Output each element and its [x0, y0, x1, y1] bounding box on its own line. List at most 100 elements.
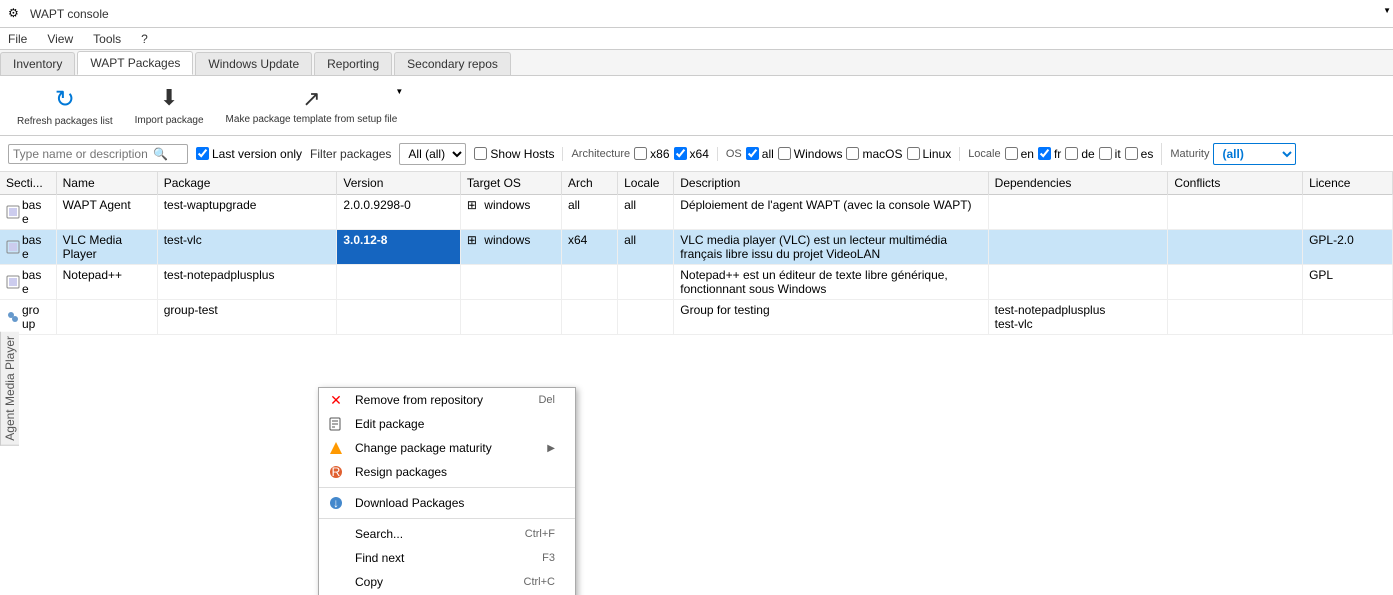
locale-it-label[interactable]: it [1099, 147, 1121, 161]
import-package-button[interactable]: ⬇ Import package ▼ [126, 80, 213, 132]
maturity-section: Maturity (all) STABLE TESTING [1161, 143, 1296, 165]
show-hosts-checkbox-label[interactable]: Show Hosts [474, 147, 554, 161]
tab-wapt-packages[interactable]: WAPT Packages [77, 51, 193, 75]
os-all-text: all [762, 147, 774, 161]
locale-de-checkbox[interactable] [1065, 147, 1078, 160]
locale-fr-label[interactable]: fr [1038, 147, 1061, 161]
row-section: group [0, 300, 56, 335]
search-input[interactable] [13, 147, 153, 161]
ctx-change-maturity[interactable]: Change package maturity ▶ [319, 436, 575, 460]
col-header-conflicts[interactable]: Conflicts [1168, 172, 1303, 195]
ctx-copy[interactable]: Copy Ctrl+C [319, 570, 575, 594]
row-package: group-test [157, 300, 337, 335]
col-header-package[interactable]: Package [157, 172, 337, 195]
row-description: Déploiement de l'agent WAPT (avec la con… [674, 195, 988, 230]
locale-en-label[interactable]: en [1005, 147, 1034, 161]
row-section: base [0, 195, 56, 230]
ctx-remove-repo[interactable]: ✕ Remove from repository Del [319, 388, 575, 412]
col-header-targetos[interactable]: Target OS [460, 172, 561, 195]
os-linux-checkbox[interactable] [907, 147, 920, 160]
col-header-section[interactable]: Secti... [0, 172, 56, 195]
col-header-version[interactable]: Version [337, 172, 461, 195]
arch-x64-label[interactable]: x64 [674, 147, 709, 161]
template-dropdown-arrow[interactable]: ▼ [395, 87, 403, 96]
download-icon: ↓ [327, 494, 345, 512]
arch-x86-checkbox[interactable] [634, 147, 647, 160]
menu-help[interactable]: ? [137, 30, 152, 48]
row-conflicts [1168, 265, 1303, 300]
os-macos-checkbox[interactable] [846, 147, 859, 160]
ctx-search[interactable]: Search... Ctrl+F [319, 522, 575, 546]
tab-reporting[interactable]: Reporting [314, 52, 392, 75]
ctx-download[interactable]: ↓ Download Packages [319, 491, 575, 515]
table-row[interactable]: base Notepad++ test-notepadplusplus Note… [0, 265, 1393, 300]
filter-packages-select[interactable]: All (all) base group [399, 143, 466, 165]
import-dropdown-arrow[interactable]: ▼ [1383, 6, 1391, 15]
os-macos-label[interactable]: macOS [846, 147, 902, 161]
locale-fr-checkbox[interactable] [1038, 147, 1051, 160]
row-targetos [460, 300, 561, 335]
col-header-locale[interactable]: Locale [618, 172, 674, 195]
windows-icon: ⊞ [467, 198, 477, 212]
ctx-copy-label: Copy [355, 575, 383, 589]
os-all-label[interactable]: all [746, 147, 774, 161]
menu-tools[interactable]: Tools [89, 30, 125, 48]
ctx-copy-shortcut: Ctrl+C [524, 576, 555, 588]
refresh-packages-button[interactable]: ↻ Refresh packages list [8, 80, 122, 132]
locale-de-label[interactable]: de [1065, 147, 1094, 161]
tab-windows-update[interactable]: Windows Update [195, 52, 312, 75]
col-header-licence[interactable]: Licence [1303, 172, 1393, 195]
row-licence: GPL [1303, 265, 1393, 300]
row-dependencies [988, 195, 1168, 230]
show-hosts-checkbox[interactable] [474, 147, 487, 160]
row-section-text: base [22, 198, 41, 226]
show-hosts-label: Show Hosts [490, 147, 554, 161]
locale-section: Locale en fr de it es [959, 147, 1153, 161]
os-macos-text: macOS [862, 147, 902, 161]
row-name: Notepad++ [56, 265, 157, 300]
locale-title: Locale [968, 148, 1000, 160]
col-header-name[interactable]: Name [56, 172, 157, 195]
tab-secondary-repos[interactable]: Secondary repos [394, 52, 511, 75]
app-icon: ⚙ [8, 6, 24, 22]
search-box[interactable]: 🔍 [8, 144, 188, 164]
ctx-resign[interactable]: R Resign packages [319, 460, 575, 484]
ctx-find-next[interactable]: Find next F3 [319, 546, 575, 570]
last-version-checkbox-label[interactable]: Last version only [196, 147, 302, 161]
os-windows-label[interactable]: Windows [778, 147, 843, 161]
ctx-edit-package[interactable]: Edit package [319, 412, 575, 436]
row-version [337, 265, 461, 300]
tab-inventory[interactable]: Inventory [0, 52, 75, 75]
last-version-checkbox[interactable] [196, 147, 209, 160]
os-all-checkbox[interactable] [746, 147, 759, 160]
table-row[interactable]: group group-test Group for testing test-… [0, 300, 1393, 335]
table-row[interactable]: base WAPT Agent test-waptupgrade 2.0.0.9… [0, 195, 1393, 230]
locale-en-text: en [1021, 147, 1034, 161]
locale-es-checkbox[interactable] [1125, 147, 1138, 160]
row-section: base [0, 265, 56, 300]
remove-icon: ✕ [327, 391, 345, 409]
col-header-description[interactable]: Description [674, 172, 988, 195]
locale-es-label[interactable]: es [1125, 147, 1154, 161]
menu-file[interactable]: File [4, 30, 31, 48]
make-template-button[interactable]: ↗ Make package template from setup file … [217, 80, 407, 132]
maturity-select[interactable]: (all) STABLE TESTING [1213, 143, 1296, 165]
menu-bar: File View Tools ? [0, 28, 1393, 50]
locale-it-checkbox[interactable] [1099, 147, 1112, 160]
arch-x86-label[interactable]: x86 [634, 147, 669, 161]
arch-x64-checkbox[interactable] [674, 147, 687, 160]
resign-icon: R [327, 463, 345, 481]
col-header-dependencies[interactable]: Dependencies [988, 172, 1168, 195]
menu-view[interactable]: View [43, 30, 77, 48]
row-dependencies: test-notepadplusplus test-vlc [988, 300, 1168, 335]
col-header-arch[interactable]: Arch [561, 172, 617, 195]
row-description: Notepad++ est un éditeur de texte libre … [674, 265, 988, 300]
search-icon: 🔍 [153, 147, 168, 161]
locale-de-text: de [1081, 147, 1094, 161]
ctx-sep-2 [319, 518, 575, 519]
os-linux-label[interactable]: Linux [907, 147, 952, 161]
table-row[interactable]: base VLC Media Player test-vlc 3.0.12-8 … [0, 230, 1393, 265]
os-windows-checkbox[interactable] [778, 147, 791, 160]
row-dependencies [988, 230, 1168, 265]
locale-en-checkbox[interactable] [1005, 147, 1018, 160]
